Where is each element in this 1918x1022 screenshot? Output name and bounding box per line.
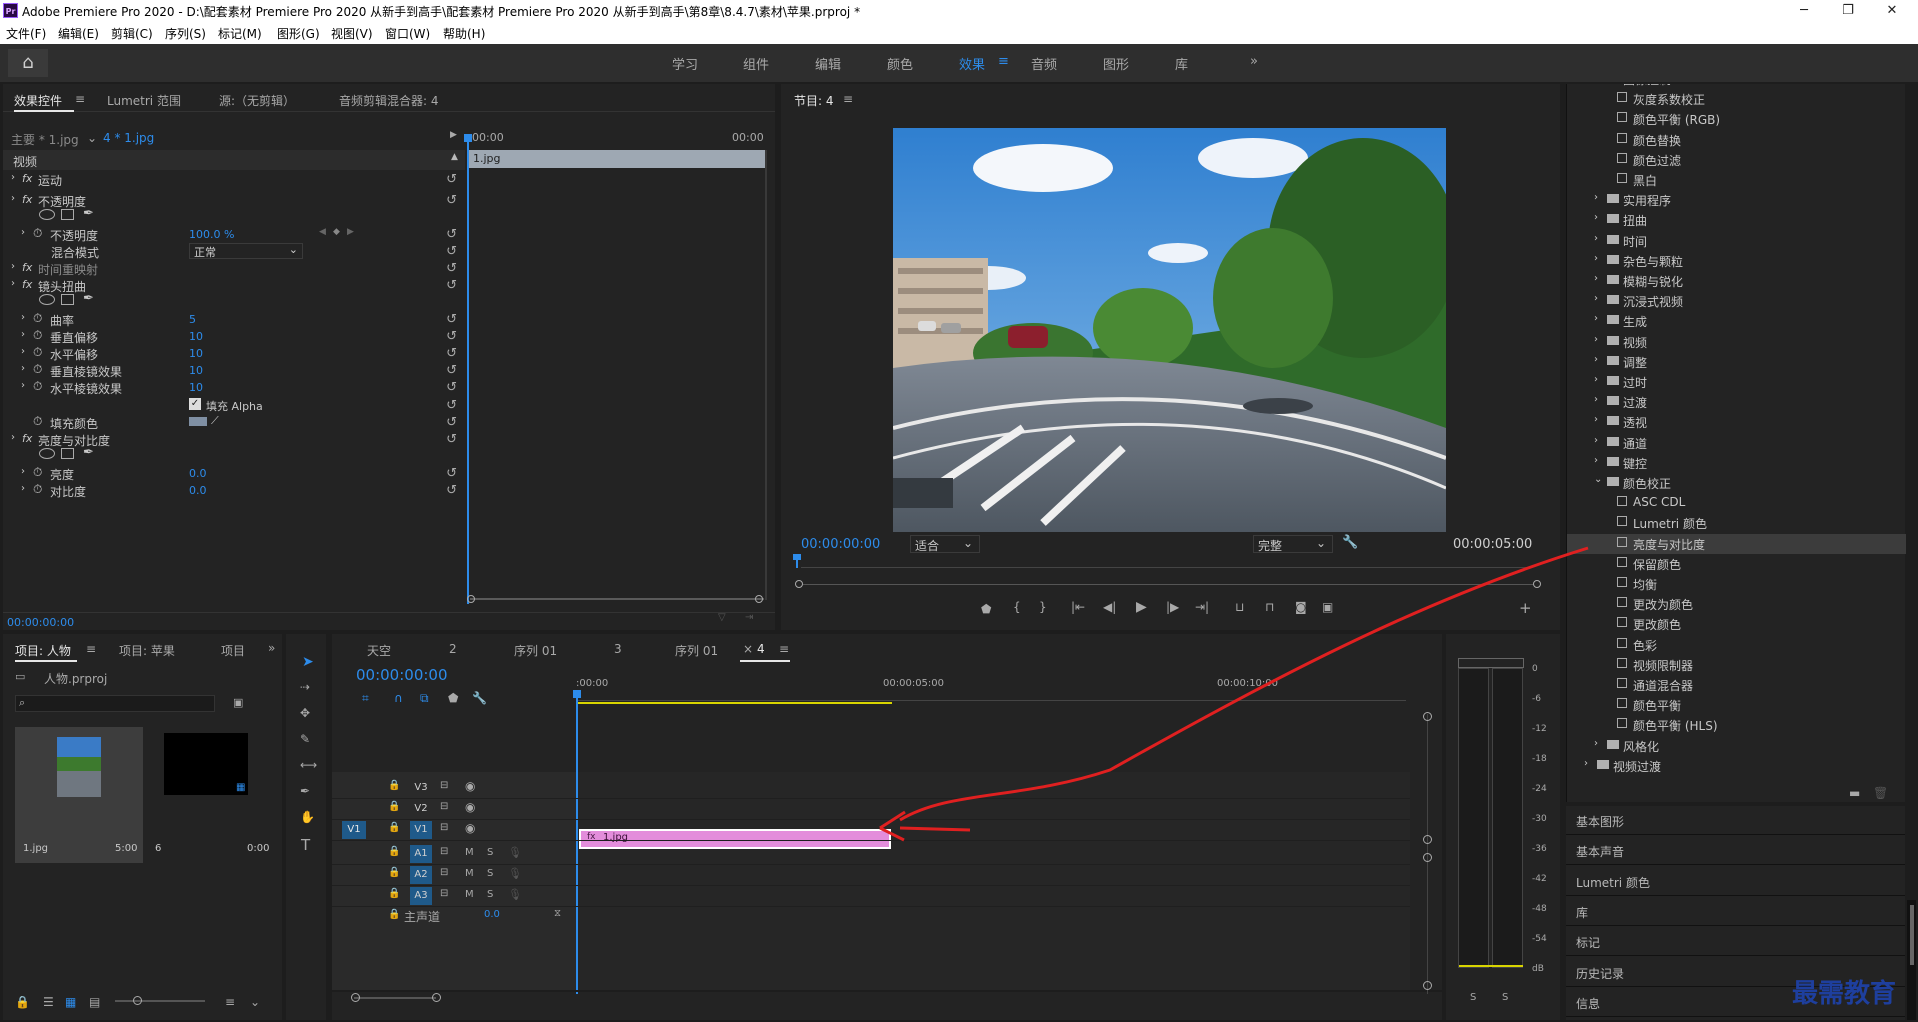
annotation-arrow (879, 546, 1589, 842)
watermark: 最需教育 (1792, 979, 1897, 1009)
